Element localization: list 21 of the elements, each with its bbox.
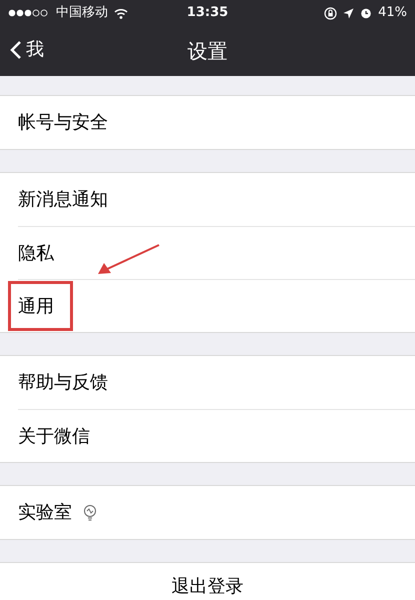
arrow-annotation xyxy=(95,243,161,276)
carrier-name: 中国移动 xyxy=(56,4,108,22)
back-button[interactable]: 我 xyxy=(10,36,44,63)
settings-item[interactable]: 帮助与反馈 xyxy=(18,369,108,396)
alarm-icon xyxy=(360,7,372,19)
lightbulb-icon xyxy=(82,502,98,522)
signal-icon xyxy=(8,9,50,17)
settings-item[interactable]: 实验室 xyxy=(18,499,72,526)
settings-item[interactable]: 新消息通知 xyxy=(18,186,108,213)
settings-item[interactable]: 帐号与安全 xyxy=(18,109,108,136)
battery-percent: 41% xyxy=(378,4,407,22)
settings-item[interactable]: 隐私 xyxy=(18,240,54,266)
settings-item[interactable]: 通用 xyxy=(18,292,54,320)
chevron-left-icon xyxy=(10,40,22,60)
settings-item[interactable]: 关于微信 xyxy=(18,422,90,450)
logout-button[interactable]: 退出登录 xyxy=(172,573,244,600)
location-icon xyxy=(343,8,354,18)
rotation-lock-icon xyxy=(324,6,338,20)
wifi-icon xyxy=(114,8,128,18)
page-title: 设置 xyxy=(188,38,228,65)
status-time: 13:35 xyxy=(186,4,228,22)
